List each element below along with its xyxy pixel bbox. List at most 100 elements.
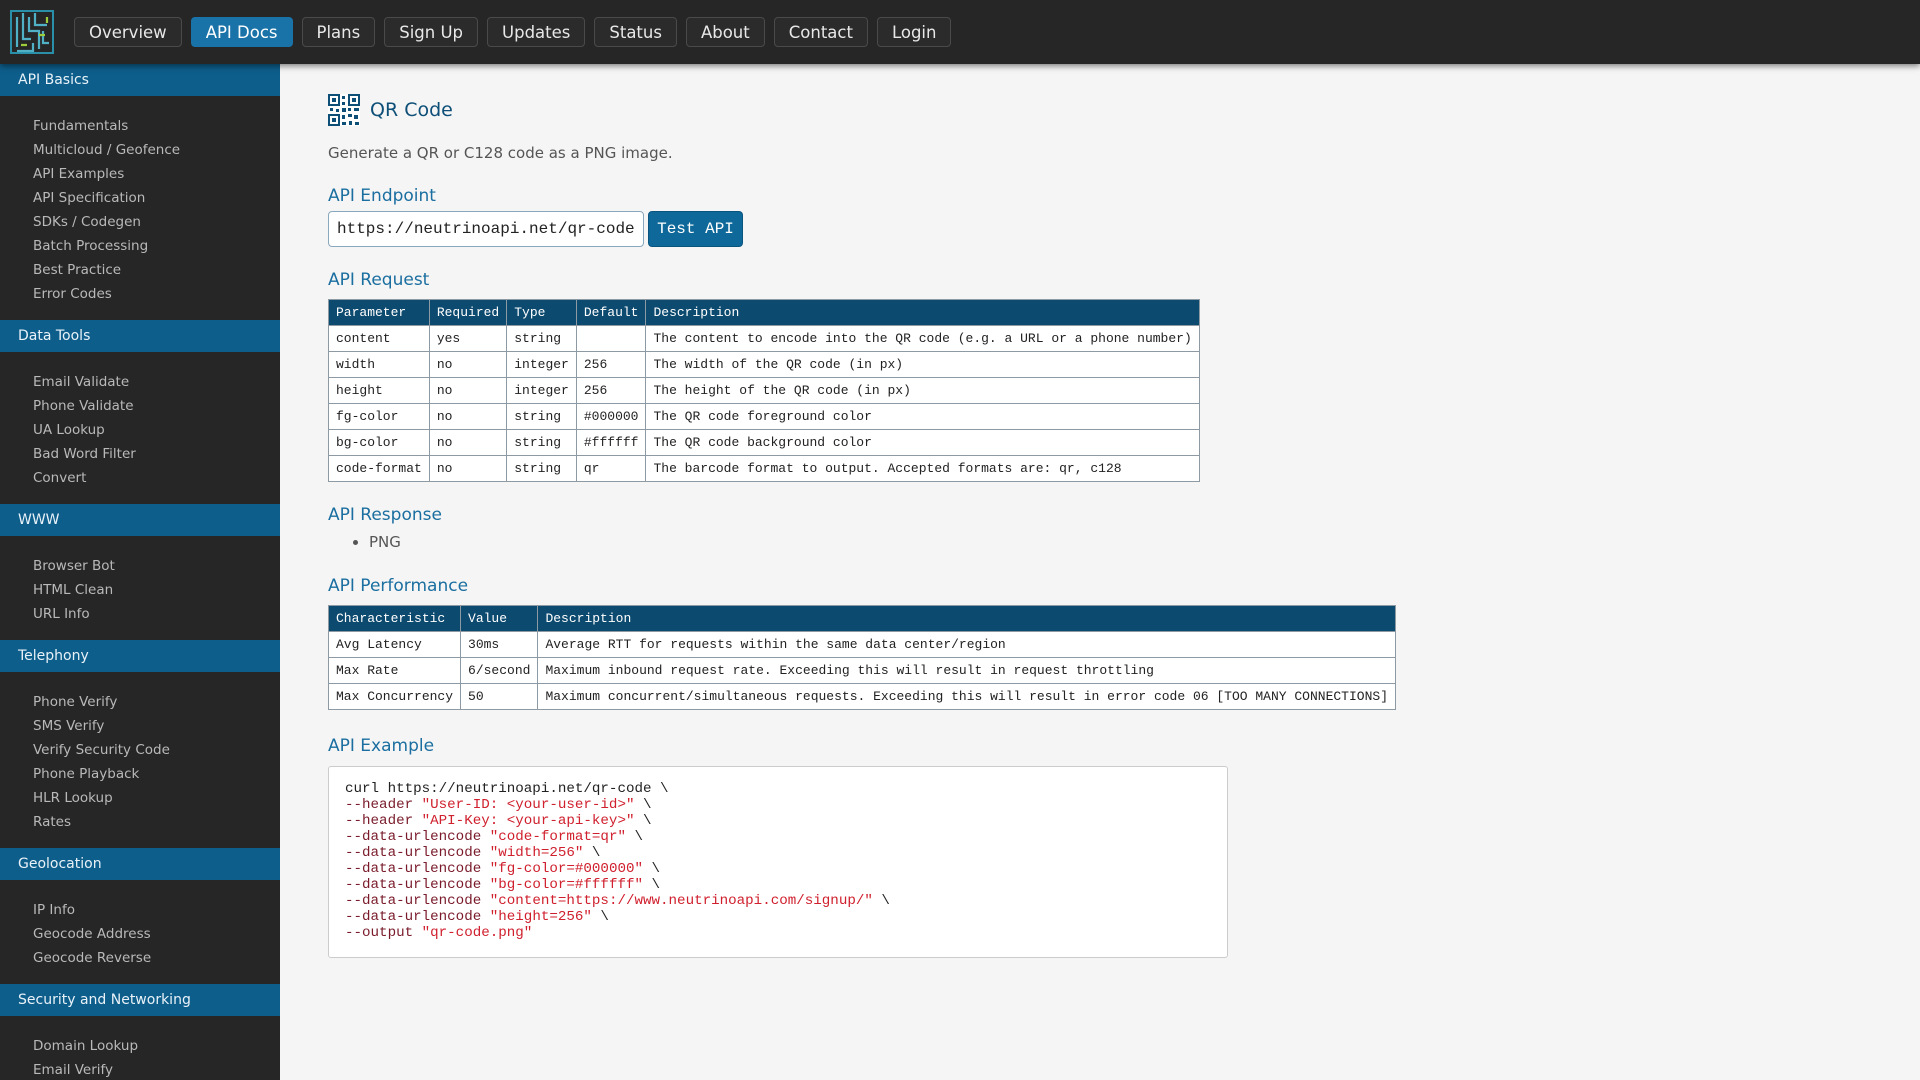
table-cell: The QR code foreground color [645,403,1200,430]
table-cell: #ffffff [575,429,647,456]
code-continuation: \ [625,829,644,845]
sidebar-section-api-basics[interactable]: API Basics [0,64,280,96]
sidebar-item-verify-security-code[interactable]: Verify Security Code [0,738,280,762]
endpoint-url-field[interactable]: https://neutrinoapi.net/qr-code [328,211,644,247]
bullet-icon [353,539,358,545]
sidebar-section-security-and-networking[interactable]: Security and Networking [0,984,280,1016]
code-line: --data-urlencode "bg-color=#ffffff" \ [345,877,1211,893]
sidebar-item-api-specification[interactable]: API Specification [0,186,280,210]
sidebar-item-bad-word-filter[interactable]: Bad Word Filter [0,442,280,466]
endpoint-row: https://neutrinoapi.net/qr-code Test API [328,211,743,247]
code-continuation: \ [643,877,661,893]
code-continuation: \ [583,845,601,861]
sidebar-item-domain-lookup[interactable]: Domain Lookup [0,1034,280,1058]
code-command: curl https://neutrinoapi.net/qr-code \ [345,781,669,797]
sidebar-item-email-verify[interactable]: Email Verify [0,1058,280,1080]
table-cell: height [328,377,430,404]
table-row: width no integer 256 The width of the QR cod… [328,351,1200,378]
table-cell: 256 [575,377,647,404]
nav-login-button[interactable]: Login [876,17,952,47]
table-cell: integer [506,351,577,378]
table-cell: no [428,351,508,378]
code-string: "API-Key: <your-api-key>" [421,813,635,829]
table-cell: #000000 [575,403,647,430]
sidebar-item-ip-info[interactable]: IP Info [0,898,280,922]
code-string: "fg-color=#000000" [489,861,643,877]
table-row: content yes string The content to encode in… [328,325,1200,352]
table-cell: no [428,377,508,404]
nav-contact-button[interactable]: Contact [773,17,868,47]
code-option: --data-urlencode [345,845,490,861]
table-cell: content [328,325,430,352]
sidebar-section-items: Domain Lookup Email Verify [0,1016,280,1080]
test-api-button[interactable]: Test API [648,211,743,247]
nav-sign-up-button[interactable]: Sign Up [384,17,479,47]
sidebar-item-ua-lookup[interactable]: UA Lookup [0,418,280,442]
table-cell: Max Rate [327,657,462,684]
column-header: Type [506,299,577,326]
table-row: Max Concurrency 50 Maximum concurrent/simu… [327,683,1396,710]
table-cell: string [506,403,577,430]
sidebar-item-convert[interactable]: Convert [0,466,280,490]
sidebar-item-api-examples[interactable]: API Examples [0,162,280,186]
code-line: --header "User-ID: <your-user-id>" \ [345,797,1211,813]
sidebar-item-hlr-lookup[interactable]: HLR Lookup [0,786,280,810]
table-row: bg-color no string #ffffff The QR code backg… [328,429,1200,456]
code-string: "content=https://www.neutrinoapi.com/sig… [489,893,873,909]
code-line: --data-urlencode "content=https://www.ne… [345,893,1211,909]
code-line: curl https://neutrinoapi.net/qr-code \ [345,781,1211,797]
sidebar-section-telephony[interactable]: Telephony [0,640,280,672]
code-continuation: \ [634,813,652,829]
sidebar-item-geocode-address[interactable]: Geocode Address [0,922,280,946]
code-continuation: \ [591,909,609,925]
code-option: --data-urlencode [345,909,490,925]
sidebar-item-error-codes[interactable]: Error Codes [0,282,280,306]
sidebar-item-multicloud-geofence[interactable]: Multicloud / Geofence [0,138,280,162]
sidebar-item-email-validate[interactable]: Email Validate [0,370,280,394]
code-string: "User-ID: <your-user-id>" [421,797,635,813]
nav-updates-button[interactable]: Updates [487,17,586,47]
sidebar-item-best-practice[interactable]: Best Practice [0,258,280,282]
table-header-row: Parameter Required Type Default Description [328,299,1200,326]
table-cell: no [428,455,508,482]
sidebar-item-phone-playback[interactable]: Phone Playback [0,762,280,786]
code-string: "qr-code.png" [421,925,533,941]
nav-api-docs-button[interactable]: API Docs [190,17,293,47]
table-cell: integer [506,377,577,404]
table-cell: Max Concurrency [327,683,462,710]
sidebar-item-html-clean[interactable]: HTML Clean [0,578,280,602]
code-option: --header [345,813,422,829]
nav-about-button[interactable]: About [685,17,765,47]
neutrino-logo-icon[interactable] [9,9,55,55]
sidebar-item-sms-verify[interactable]: SMS Verify [0,714,280,738]
qr-code-icon [328,94,360,126]
table-cell: fg-color [328,403,430,430]
table-cell: string [506,455,577,482]
sidebar-item-geocode-reverse[interactable]: Geocode Reverse [0,946,280,970]
sidebar-section-geolocation[interactable]: Geolocation [0,848,280,880]
code-example-block[interactable]: curl https://neutrinoapi.net/qr-code \ --… [328,766,1228,958]
table-row: code-format no string qr The barcode format … [328,455,1200,482]
sidebar-section-www[interactable]: WWW [0,504,280,536]
sidebar-section-data-tools[interactable]: Data Tools [0,320,280,352]
column-header: Description [645,299,1200,326]
table-header-row: Characteristic Value Description [327,605,1396,632]
sidebar-item-phone-validate[interactable]: Phone Validate [0,394,280,418]
code-option: --data-urlencode [345,877,490,893]
code-option: --data-urlencode [345,893,490,909]
sidebar-item-phone-verify[interactable]: Phone Verify [0,690,280,714]
sidebar-item-sdks-codegen[interactable]: SDKs / Codegen [0,210,280,234]
nav-plans-button[interactable]: Plans [301,17,376,47]
sidebar-item-browser-bot[interactable]: Browser Bot [0,554,280,578]
column-header: Parameter [328,299,430,326]
response-heading: API Response [328,505,442,525]
nav-overview-button[interactable]: Overview [74,17,182,47]
sidebar-item-rates[interactable]: Rates [0,810,280,834]
sidebar-item-batch-processing[interactable]: Batch Processing [0,234,280,258]
code-line: --data-urlencode "code-format=qr" \ [345,829,1211,845]
sidebar-item-url-info[interactable]: URL Info [0,602,280,626]
table-cell: qr [575,455,647,482]
nav-status-button[interactable]: Status [594,17,677,47]
sidebar-item-fundamentals[interactable]: Fundamentals [0,114,280,138]
column-header: Characteristic [327,605,462,632]
